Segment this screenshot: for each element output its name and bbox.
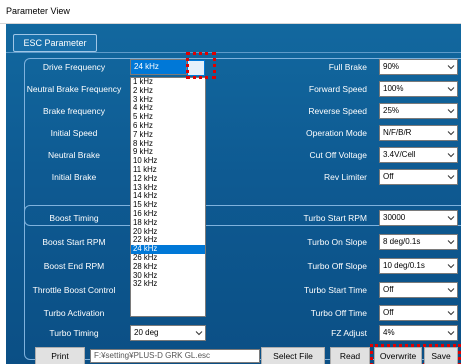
window-title: Parameter View	[6, 6, 70, 16]
param-label: Full Brake	[328, 62, 367, 72]
chevron-down-icon	[447, 107, 455, 115]
combo-turbo-on-slope[interactable]: 8 deg/0.1s	[379, 234, 458, 250]
combo-value: Off	[383, 308, 394, 317]
combo-value: Off	[383, 285, 394, 294]
param-label: Reverse Speed	[308, 106, 367, 116]
param-label: FZ Adjust	[331, 328, 367, 338]
combo-value: N/F/B/R	[383, 128, 412, 137]
param-label: Boost Start RPM	[42, 237, 106, 247]
tab-divider	[6, 52, 461, 53]
turbo-timing-combo[interactable]: 20 deg	[130, 325, 206, 341]
combo-value: 24 kHz	[134, 62, 159, 71]
combo-cut-off-voltage[interactable]: 3.4V/Cell	[379, 147, 458, 163]
combo-forward-speed[interactable]: 100%	[379, 81, 458, 97]
combo-full-brake[interactable]: 90%	[379, 59, 458, 75]
chevron-down-icon	[447, 286, 455, 294]
param-label: Forward Speed	[308, 84, 367, 94]
combo-turbo-start-rpm[interactable]: 30000	[379, 210, 458, 226]
param-label: Turbo Off Slope	[307, 261, 367, 271]
chevron-down-icon	[447, 329, 455, 337]
combo-value: 20 deg	[134, 328, 159, 337]
chevron-down-icon	[447, 151, 455, 159]
title-bar: Parameter View	[0, 0, 461, 24]
combo-operation-mode[interactable]: N/F/B/R	[379, 125, 458, 141]
param-label: Neutral Brake	[48, 150, 100, 160]
chevron-down-icon	[447, 214, 455, 222]
highlight-dropdown-arrow	[186, 52, 216, 79]
combo-value: 30000	[383, 213, 406, 222]
chevron-down-icon	[447, 262, 455, 270]
chevron-down-icon	[447, 309, 455, 317]
combo-value: 8 deg/0.1s	[383, 237, 421, 246]
chevron-down-icon	[195, 329, 203, 337]
combo-turbo-off-time[interactable]: Off	[379, 305, 458, 321]
combo-value: 4%	[383, 328, 395, 337]
combo-rev-limiter[interactable]: Off	[379, 169, 458, 185]
combo-fz-adjust[interactable]: 4%	[379, 325, 458, 341]
param-label: Turbo Activation	[43, 308, 105, 318]
param-label: Cut Off Voltage	[309, 150, 368, 160]
combo-turbo-start-time[interactable]: Off	[379, 282, 458, 298]
overwrite-button[interactable]: Overwrite	[374, 347, 422, 364]
param-label: Boost End RPM	[43, 261, 105, 271]
param-label: Neutral Brake Frequency	[26, 84, 122, 94]
combo-value: 25%	[383, 106, 400, 115]
read-button[interactable]: Read	[330, 347, 370, 364]
chevron-down-icon	[447, 85, 455, 93]
param-label: Turbo Timing	[49, 328, 99, 338]
param-label: Initial Speed	[50, 128, 98, 138]
param-label: Initial Brake	[51, 172, 97, 182]
param-label: Turbo Start RPM	[303, 213, 367, 223]
file-path-field[interactable]: F:¥setting¥PLUS-D GRK GL.esc	[90, 349, 260, 363]
param-label: Turbo On Slope	[307, 237, 367, 247]
param-label: Throttle Boost Control	[32, 285, 116, 295]
param-label: Turbo Off Time	[310, 308, 367, 318]
chevron-down-icon	[447, 173, 455, 181]
combo-value: 3.4V/Cell	[383, 150, 416, 159]
combo-value: 90%	[383, 62, 400, 71]
save-button[interactable]: Save	[424, 347, 458, 364]
param-label: Boost Timing	[49, 213, 99, 223]
select-file-button[interactable]: Select File	[261, 347, 325, 364]
param-label: Rev Limiter	[324, 172, 367, 182]
tab-esc-parameter[interactable]: ESC Parameter	[13, 34, 97, 52]
param-label: Drive Frequency	[42, 62, 106, 72]
combo-value: 10 deg/0.1s	[383, 261, 425, 270]
drive-frequency-dropdown-list[interactable]: 1 kHz 2 kHz 3 kHz 4 kHz 5 kHz 6 kHz 7 kHz 8 kHz…	[130, 77, 206, 317]
param-label: Operation Mode	[306, 128, 367, 138]
param-label: Brake frequency	[43, 106, 105, 116]
chevron-down-icon	[447, 129, 455, 137]
param-label: Turbo Start Time	[304, 285, 367, 295]
drive-frequency-combo[interactable]: 24 kHz	[130, 59, 187, 75]
combo-value: Off	[383, 172, 394, 181]
combo-value: 100%	[383, 84, 404, 93]
chevron-down-icon	[447, 238, 455, 246]
combo-reverse-speed[interactable]: 25%	[379, 103, 458, 119]
chevron-down-icon	[447, 63, 455, 71]
dropdown-option[interactable]: 32 kHz	[131, 280, 205, 289]
print-button[interactable]: Print	[35, 347, 85, 364]
combo-turbo-off-slope[interactable]: 10 deg/0.1s	[379, 258, 458, 274]
